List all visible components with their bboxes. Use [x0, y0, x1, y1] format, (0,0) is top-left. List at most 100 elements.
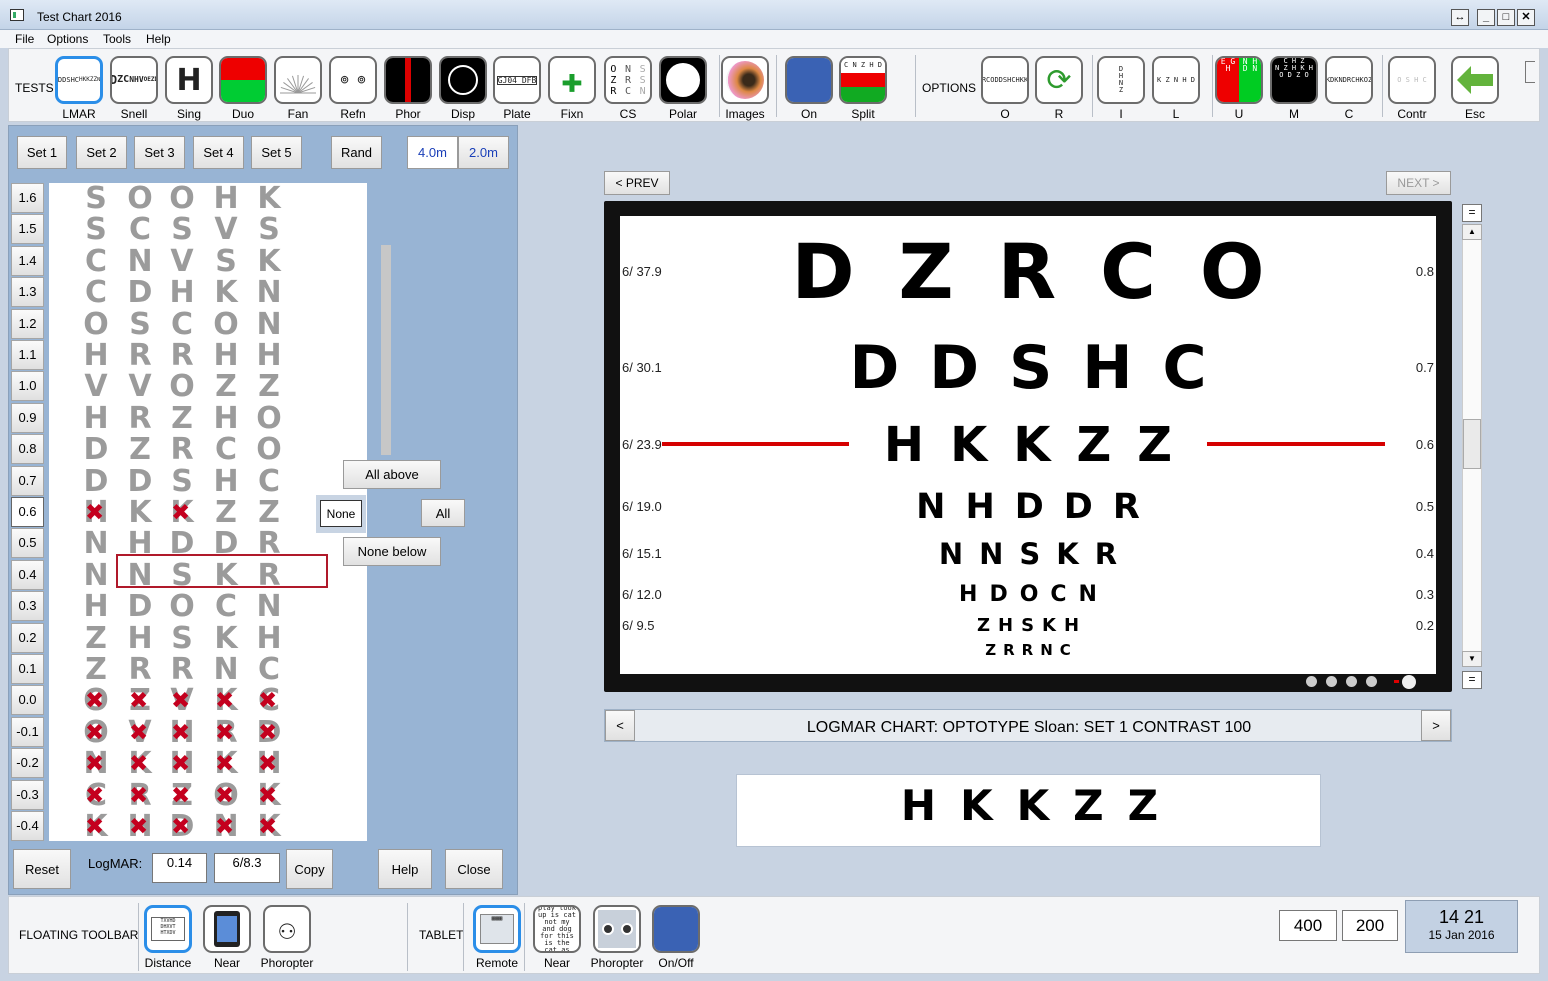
response-letter[interactable]: C [206, 591, 246, 622]
value-400-field[interactable]: 400 [1279, 910, 1337, 941]
response-letter[interactable]: C [120, 214, 160, 245]
set-3-button[interactable]: Set 3 [134, 136, 185, 169]
chart-display[interactable]: 6/ 37.9 0.8 DZRCO 6/ 30.1 0.7 DDSHC 6/ 23.9 0.6… [620, 216, 1436, 674]
response-letter[interactable]: Z [249, 497, 289, 528]
menu-options[interactable]: Options [47, 32, 88, 46]
response-letter[interactable]: H [249, 623, 289, 654]
response-letter[interactable]: D [76, 466, 116, 497]
rand-button[interactable]: Rand [331, 136, 382, 169]
tablet-remote-button[interactable]: ▦▦▦ Remote [472, 905, 522, 970]
row-label-0.7[interactable]: 0.7 [11, 465, 44, 496]
letter-row[interactable]: OZVKC [49, 685, 367, 717]
toolbar-sing-button[interactable]: H Sing [164, 56, 214, 121]
row-label-0.1[interactable]: 0.1 [11, 654, 44, 684]
letter-row[interactable]: OSCON [49, 309, 367, 340]
response-letter[interactable]: D [206, 528, 246, 559]
letter-row[interactable]: OVHRD [49, 717, 367, 749]
response-letter[interactable]: S [162, 466, 202, 497]
row-label-1.6[interactable]: 1.6 [11, 183, 44, 213]
response-letter[interactable]: H [206, 466, 246, 497]
response-letter[interactable]: C [249, 466, 289, 497]
response-letter[interactable]: N [249, 309, 289, 340]
menu-help[interactable]: Help [146, 32, 171, 46]
letter-row[interactable]: SOOHK [49, 183, 367, 214]
response-letter[interactable]: H [76, 591, 116, 622]
response-letter[interactable]: C [76, 277, 116, 308]
response-letter[interactable]: K [162, 497, 202, 529]
response-letter[interactable]: D [162, 528, 202, 559]
response-letter[interactable]: Z [76, 654, 116, 685]
row-label-0.5[interactable]: 0.5 [11, 528, 44, 559]
response-letter[interactable]: K [249, 780, 289, 812]
row-label-0.8[interactable]: 0.8 [11, 434, 44, 465]
response-letter[interactable]: Z [206, 371, 246, 402]
previous-chart-button[interactable]: < [605, 710, 635, 741]
response-letter[interactable]: V [162, 685, 202, 717]
response-letter[interactable]: N [76, 748, 116, 780]
letter-row[interactable]: NHDDR [49, 528, 367, 559]
row-label-1.1[interactable]: 1.1 [11, 340, 44, 370]
row-label-1.2[interactable]: 1.2 [11, 308, 44, 339]
response-letter[interactable]: C [76, 780, 116, 812]
response-letter[interactable]: O [206, 309, 246, 340]
toolbar-fixn-button[interactable]: ✚ Fixn [547, 56, 597, 121]
toolbar-on-button[interactable]: On [784, 56, 834, 121]
toolbar-c-button[interactable]: SVKDKNDRCHKOZCN C [1324, 56, 1374, 121]
response-letter[interactable]: H [120, 528, 160, 559]
floating-distance-button[interactable]: TXVHD DHXVT HTXDV Distance [143, 905, 193, 970]
toolbar-plate-button[interactable]: GJ04 DFB Plate [492, 56, 542, 121]
response-letter[interactable]: K [120, 748, 160, 780]
response-letter[interactable]: D [120, 591, 160, 622]
response-letter[interactable]: Z [120, 685, 160, 717]
response-letter[interactable]: Z [162, 780, 202, 812]
response-letter[interactable]: O [76, 309, 116, 340]
close-button[interactable]: Close [445, 849, 503, 889]
response-letter[interactable]: S [162, 560, 202, 591]
letter-row[interactable]: SCSVS [49, 214, 367, 245]
letter-row[interactable]: NNSKR [49, 560, 367, 591]
toolbar-esc-button[interactable]: Esc [1450, 56, 1500, 121]
set-1-button[interactable]: Set 1 [17, 136, 67, 169]
response-letter[interactable]: O [206, 780, 246, 812]
toolbar-i-button[interactable]: D H N Z I [1096, 56, 1146, 121]
row-label-0.3[interactable]: 0.3 [11, 591, 44, 622]
letter-row[interactable]: ZRRNC [49, 654, 367, 685]
response-letter[interactable]: N [249, 277, 289, 308]
response-letter[interactable]: N [120, 246, 160, 277]
response-letter[interactable]: N [206, 654, 246, 685]
response-letter[interactable]: S [162, 214, 202, 245]
row-label-1.0[interactable]: 1.0 [11, 371, 44, 402]
response-letter[interactable]: H [162, 748, 202, 780]
tablet-phoropter-button[interactable]: Phoropter [591, 905, 643, 970]
row-label--0.1[interactable]: -0.1 [11, 716, 44, 747]
letter-row[interactable]: DDSHC [49, 466, 367, 497]
response-letter[interactable]: N [120, 560, 160, 591]
response-letter[interactable]: K [249, 246, 289, 277]
prev-button[interactable]: < PREV [604, 171, 670, 195]
response-letter[interactable]: S [76, 183, 116, 214]
response-letter[interactable]: S [162, 623, 202, 654]
row-label--0.2[interactable]: -0.2 [11, 748, 44, 779]
response-letter[interactable]: R [162, 340, 202, 371]
distance-2m-button[interactable]: 2.0m [458, 136, 509, 169]
copy-button[interactable]: Copy [286, 849, 333, 889]
response-letter[interactable]: Z [76, 623, 116, 654]
response-letter[interactable]: Z [120, 434, 160, 465]
response-letter[interactable]: D [120, 466, 160, 497]
maximize-button[interactable]: □ [1497, 9, 1515, 26]
response-letter[interactable]: K [249, 811, 289, 843]
row-label--0.4[interactable]: -0.4 [11, 811, 44, 841]
toolbar-snell-button[interactable]: D ZC NHV OEZD Snell [109, 56, 159, 121]
toolbar-refn-button[interactable]: ⊚ ⊚ Refn [328, 56, 378, 121]
response-letter[interactable]: D [249, 717, 289, 749]
close-window-button[interactable]: ✕ [1517, 9, 1535, 26]
response-letter[interactable]: N [206, 811, 246, 843]
response-letter[interactable]: K [120, 497, 160, 528]
toolbar-m-button[interactable]: C H ZN Z H K HO D Z O M [1269, 56, 1319, 121]
response-letter[interactable]: S [120, 309, 160, 340]
response-letter[interactable]: O [120, 183, 160, 214]
response-letter[interactable]: C [206, 434, 246, 465]
set-4-button[interactable]: Set 4 [193, 136, 244, 169]
toolbar-disp-button[interactable]: Disp [438, 56, 488, 121]
row-label-1.5[interactable]: 1.5 [11, 214, 44, 245]
